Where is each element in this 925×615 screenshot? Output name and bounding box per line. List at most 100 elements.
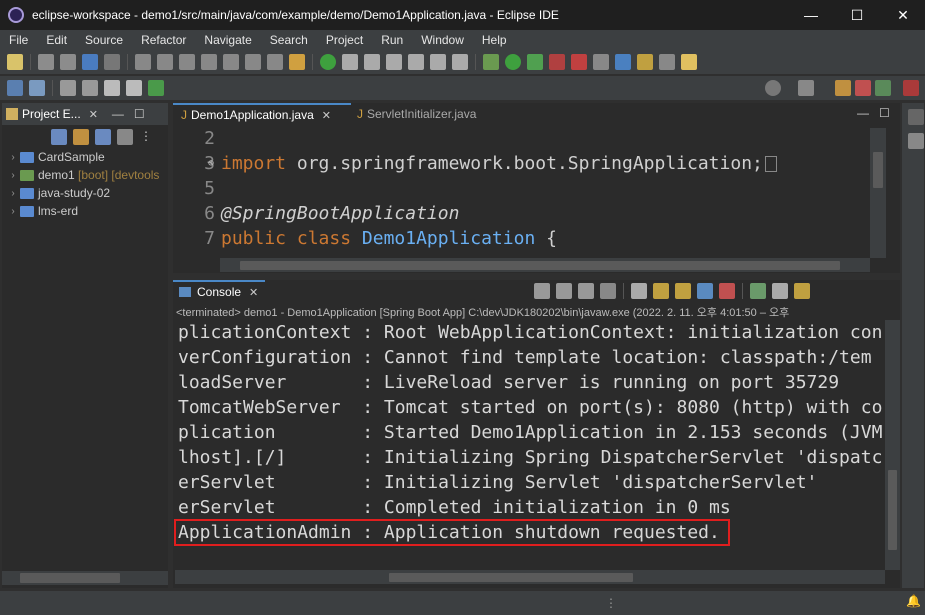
list-icon[interactable]: [430, 54, 446, 70]
code-editor[interactable]: 2 3 ⊕ import org.springframework.boot.Sp…: [175, 128, 870, 258]
terminal-icon[interactable]: [82, 54, 98, 70]
tab-demo1application[interactable]: J Demo1Application.java ✕: [173, 103, 351, 125]
drop-to-frame-icon[interactable]: [289, 54, 305, 70]
step-into-icon[interactable]: [223, 54, 239, 70]
external-tools-icon[interactable]: [571, 54, 587, 70]
menu-project[interactable]: Project: [317, 33, 372, 47]
editor-hscrollbar[interactable]: [220, 258, 870, 272]
console-hscrollbar[interactable]: [175, 570, 885, 584]
save-icon[interactable]: [38, 54, 54, 70]
resume-icon[interactable]: [135, 54, 151, 70]
document-icon[interactable]: [408, 54, 424, 70]
menu-run[interactable]: Run: [372, 33, 412, 47]
minimize-button[interactable]: —: [788, 0, 834, 30]
remove-all-icon[interactable]: [578, 283, 594, 299]
fold-icon[interactable]: ⊕: [208, 158, 214, 169]
close-button[interactable]: ✕: [880, 0, 925, 30]
menu-edit[interactable]: Edit: [37, 33, 76, 47]
notification-icon[interactable]: 🔔: [906, 594, 921, 608]
forward-icon[interactable]: [126, 80, 142, 96]
skip-breakpoints-icon[interactable]: [104, 54, 120, 70]
terminate-icon[interactable]: [179, 54, 195, 70]
chevron-right-icon[interactable]: ›: [6, 206, 20, 217]
link-editor-icon[interactable]: [73, 129, 89, 145]
open-console-icon[interactable]: [794, 283, 810, 299]
minimize-view-icon[interactable]: —: [857, 106, 869, 120]
show-stderr-icon[interactable]: [719, 283, 735, 299]
spring-boot-icon[interactable]: [320, 54, 336, 70]
stop-icon[interactable]: [549, 54, 565, 70]
spring-perspective-icon[interactable]: [875, 80, 891, 96]
collapse-all-icon[interactable]: [51, 129, 67, 145]
maximize-view-icon[interactable]: ☐: [879, 106, 890, 120]
debug-perspective-icon[interactable]: [855, 80, 871, 96]
menu-help[interactable]: Help: [473, 33, 516, 47]
scroll-thumb[interactable]: [240, 261, 840, 270]
scroll-thumb[interactable]: [20, 573, 120, 583]
minimize-view-icon[interactable]: —: [112, 107, 124, 121]
clear-console-icon[interactable]: [653, 283, 669, 299]
menu-refactor[interactable]: Refactor: [132, 33, 195, 47]
remove-launch-icon[interactable]: [556, 283, 572, 299]
pen-icon[interactable]: [364, 54, 380, 70]
drag-handle-icon[interactable]: ⋮: [605, 596, 617, 610]
scroll-thumb[interactable]: [389, 573, 633, 582]
project-explorer-tab[interactable]: Project E... ✕ — ☐: [2, 103, 168, 125]
close-icon[interactable]: ✕: [249, 286, 258, 299]
menu-source[interactable]: Source: [76, 33, 132, 47]
menu-window[interactable]: Window: [412, 33, 473, 47]
back-icon[interactable]: [104, 80, 120, 96]
chevron-right-icon[interactable]: ›: [6, 188, 20, 199]
prev-annotation-icon[interactable]: [60, 80, 76, 96]
paragraph-icon[interactable]: [452, 54, 468, 70]
pin-console-icon[interactable]: [750, 283, 766, 299]
maximize-button[interactable]: ☐: [834, 0, 880, 30]
edit-perspective-icon[interactable]: [903, 80, 919, 96]
java-ee-perspective-icon[interactable]: [835, 80, 851, 96]
outline-icon[interactable]: [908, 133, 924, 149]
maximize-view-icon[interactable]: ☐: [134, 107, 145, 121]
new-icon[interactable]: [7, 54, 23, 70]
tree-item-demo1[interactable]: › demo1 [boot] [devtools: [6, 166, 159, 184]
chevron-right-icon[interactable]: ›: [6, 152, 20, 163]
display-console-icon[interactable]: [772, 283, 788, 299]
restore-icon[interactable]: [908, 109, 924, 125]
servers-icon[interactable]: [593, 54, 609, 70]
sync-icon[interactable]: [534, 283, 550, 299]
open-perspective-button-icon[interactable]: [798, 80, 814, 96]
show-stdout-icon[interactable]: [697, 283, 713, 299]
scroll-thumb[interactable]: [888, 470, 897, 550]
refresh-icon[interactable]: [29, 80, 45, 96]
open-perspective-icon[interactable]: [659, 54, 675, 70]
open-type-icon[interactable]: [637, 54, 653, 70]
scroll-lock-icon[interactable]: [675, 283, 691, 299]
copy-icon[interactable]: [631, 283, 647, 299]
menu-file[interactable]: File: [0, 33, 37, 47]
task-icon[interactable]: [148, 80, 164, 96]
close-icon[interactable]: ✕: [322, 109, 331, 122]
save-all-icon[interactable]: [60, 54, 76, 70]
terminate-icon[interactable]: [600, 283, 616, 299]
step-over-icon[interactable]: [245, 54, 261, 70]
run-icon[interactable]: [505, 54, 521, 70]
chevron-right-icon[interactable]: ›: [6, 170, 20, 181]
next-annotation-icon[interactable]: [82, 80, 98, 96]
scroll-thumb[interactable]: [873, 152, 883, 188]
tree-item-java-study-02[interactable]: › java-study-02: [6, 184, 159, 202]
tree-item-lms-erd[interactable]: › lms-erd: [6, 202, 159, 220]
close-icon[interactable]: ✕: [89, 108, 98, 121]
brush-icon[interactable]: [681, 54, 697, 70]
tab-servletinitializer[interactable]: J ServletInitializer.java: [353, 103, 493, 125]
menu-navigate[interactable]: Navigate: [195, 33, 260, 47]
disconnect-icon[interactable]: [201, 54, 217, 70]
suspend-icon[interactable]: [157, 54, 173, 70]
coverage-icon[interactable]: [527, 54, 543, 70]
explorer-hscrollbar[interactable]: [2, 571, 168, 585]
view-menu-icon[interactable]: ⋮: [140, 129, 152, 145]
focus-icon[interactable]: [117, 129, 133, 145]
filter-icon[interactable]: [95, 129, 111, 145]
menu-search[interactable]: Search: [261, 33, 317, 47]
globe-icon[interactable]: [7, 80, 23, 96]
step-return-icon[interactable]: [267, 54, 283, 70]
format-icon[interactable]: [386, 54, 402, 70]
